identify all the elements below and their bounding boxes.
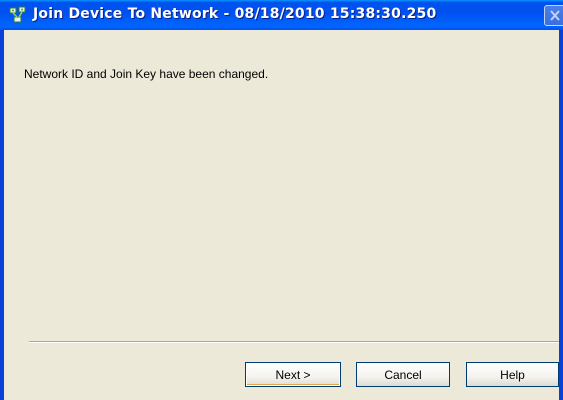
- network-devices-icon: [9, 6, 27, 24]
- help-button[interactable]: Help: [466, 362, 559, 387]
- title-bar[interactable]: Join Device To Network - 08/18/2010 15:3…: [0, 0, 563, 30]
- close-button[interactable]: [544, 5, 563, 26]
- next-button[interactable]: Next >: [245, 362, 341, 387]
- button-separator: [29, 341, 559, 343]
- window-title: Join Device To Network - 08/18/2010 15:3…: [33, 6, 437, 22]
- status-message: Network ID and Join Key have been change…: [24, 67, 269, 81]
- dialog-window: Join Device To Network - 08/18/2010 15:3…: [0, 0, 563, 400]
- cancel-button[interactable]: Cancel: [356, 362, 450, 387]
